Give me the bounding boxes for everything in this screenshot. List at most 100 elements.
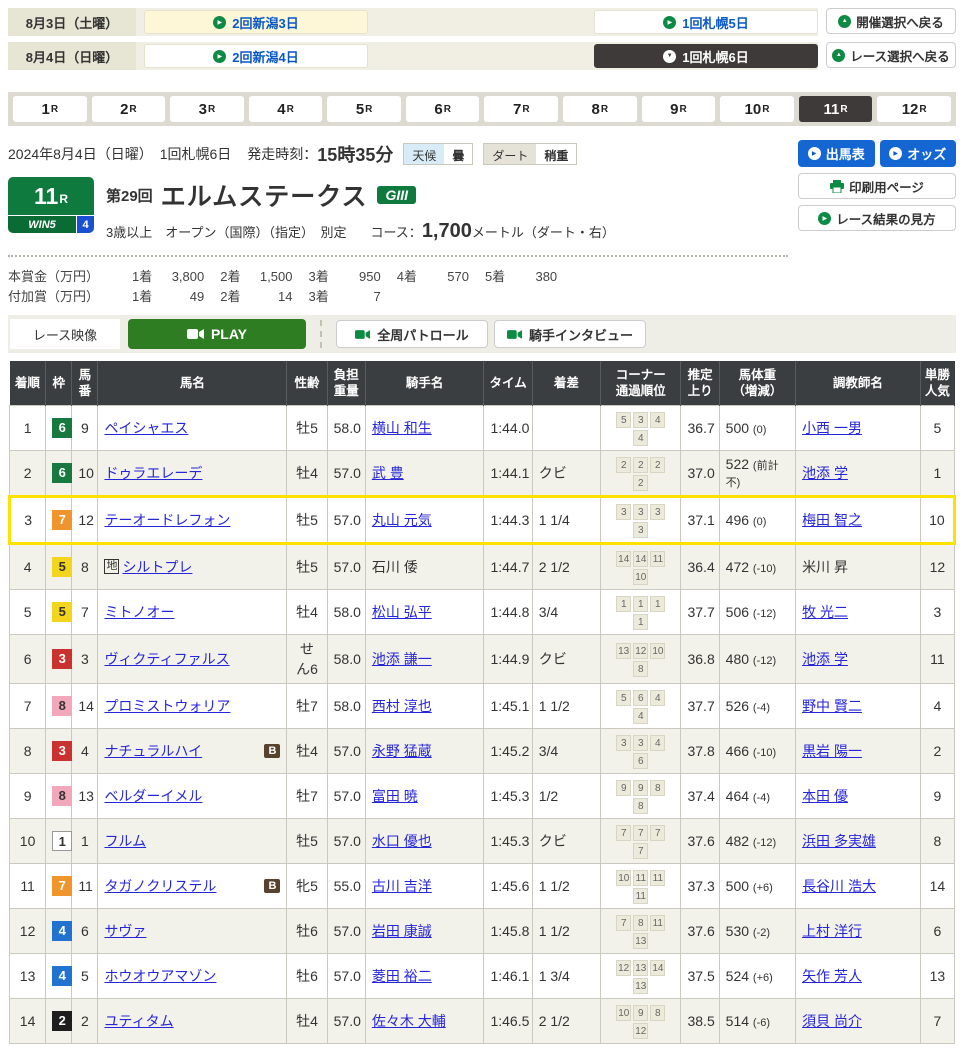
weather-value: 曇 — [444, 144, 472, 164]
finish-position: 9 — [10, 773, 46, 818]
horse-name-link[interactable]: ベルダーイメル — [104, 786, 202, 806]
jockey-link[interactable]: 菱田 裕二 — [372, 968, 432, 984]
horse-name-cell: ベルダーイメル — [98, 773, 287, 818]
jockey-link[interactable]: 岩田 康誠 — [372, 923, 432, 939]
win5-logo: WIN5 — [8, 216, 76, 233]
arrow-right-icon: ▶ — [818, 212, 831, 225]
race-tab-4r[interactable]: 4R — [249, 96, 323, 122]
print-page-button[interactable]: 印刷用ページ — [798, 173, 956, 199]
trainer-link[interactable]: 矢作 芳人 — [802, 968, 862, 984]
margin: 2 1/2 — [532, 998, 600, 1043]
corner-position: 1 — [633, 596, 648, 612]
trainer-cell: 池添 学 — [796, 450, 921, 496]
jockey-link[interactable]: 丸山 元気 — [372, 512, 432, 528]
finish-time: 1:46.1 — [484, 953, 532, 998]
horse-name-link[interactable]: ナチュラルハイ — [104, 741, 202, 761]
margin — [532, 405, 600, 450]
race-tab-3r[interactable]: 3R — [170, 96, 244, 122]
horse-name-link[interactable]: ペイシャエス — [104, 418, 188, 438]
corner-position: 11 — [650, 551, 665, 567]
trainer-link[interactable]: 須貝 尚介 — [802, 1013, 862, 1029]
horse-name-link[interactable]: ホウオウアマゾン — [104, 966, 216, 986]
jockey-link[interactable]: 佐々木 大輔 — [372, 1013, 446, 1029]
finish-position: 7 — [10, 683, 46, 728]
trainer-link[interactable]: 浜田 多実雄 — [802, 833, 876, 849]
jockey-cell: 丸山 元気 — [365, 496, 484, 543]
horse-name-link[interactable]: ドゥラエレーデ — [104, 463, 202, 483]
trainer-link[interactable]: 長谷川 浩大 — [802, 878, 876, 894]
jockey-link[interactable]: 富田 暁 — [372, 788, 418, 804]
back-to-meeting-select-button[interactable]: ▲ 開催選択へ戻る — [826, 8, 956, 34]
jockey-link[interactable]: 池添 謙一 — [372, 651, 432, 667]
trainer-link[interactable]: 本田 優 — [802, 788, 848, 804]
prize-value: 3,800 — [152, 267, 204, 287]
result-row-2: 2610ドゥラエレーデ牡457.0武 豊1:44.1クビ222237.0522 … — [10, 450, 955, 496]
horse-name-link[interactable]: サヴァ — [104, 921, 146, 941]
local-horse-badge: 地 — [104, 559, 119, 574]
patrol-video-button[interactable]: 全周パトロール — [336, 320, 488, 348]
finish-position: 13 — [10, 953, 46, 998]
meeting-button-sapporo-day5[interactable]: ▶ 1回札幌5日 — [594, 10, 818, 34]
result-guide-button[interactable]: ▶ レース結果の見方 — [798, 205, 956, 231]
trainer-link[interactable]: 黒岩 陽一 — [802, 743, 862, 759]
corner-passing-order: 10111111 — [601, 863, 681, 908]
race-tab-8r[interactable]: 8R — [563, 96, 637, 122]
jockey-interview-button[interactable]: 騎手インタビュー — [494, 320, 646, 348]
finish-position: 12 — [10, 908, 46, 953]
trainer-link[interactable]: 池添 学 — [802, 465, 848, 481]
horse-name-link[interactable]: タガノクリステル — [104, 876, 216, 896]
race-tab-1r[interactable]: 1R — [13, 96, 87, 122]
trainer-link[interactable]: 小西 一男 — [802, 420, 862, 436]
back-to-race-select-button[interactable]: ▲ レース選択へ戻る — [826, 42, 956, 68]
prize-main-values: 1着3,8002着1,5003着9504着5705着380 — [116, 269, 557, 284]
odds-button[interactable]: ▶ オッズ — [880, 140, 957, 167]
jockey-link[interactable]: 西村 淳也 — [372, 698, 432, 714]
jockey-link[interactable]: 永野 猛蔵 — [372, 743, 432, 759]
divider — [320, 320, 322, 348]
corner-position: 11 — [650, 870, 665, 886]
horse-number: 5 — [72, 953, 98, 998]
trainer-link[interactable]: 上村 洋行 — [802, 923, 862, 939]
play-race-video-button[interactable]: PLAY — [128, 319, 306, 349]
horse-name-link[interactable]: ヴィクティファルス — [104, 649, 229, 669]
entry-table-button[interactable]: ▶ 出馬表 — [798, 140, 875, 167]
results-header-row: 着順枠馬 番馬名性齢負担 重量騎手名タイム着差コーナー 通過順位推定 上り馬体重… — [10, 361, 955, 405]
meeting-button-niigata-day4[interactable]: ▶ 2回新潟4日 — [144, 44, 368, 68]
column-header: 馬名 — [98, 361, 287, 405]
jockey-link[interactable]: 横山 和生 — [372, 420, 432, 436]
horse-name-link[interactable]: フルム — [104, 831, 146, 851]
trainer-link[interactable]: 池添 学 — [802, 651, 848, 667]
corner-position: 3 — [633, 522, 648, 538]
race-tab-5r[interactable]: 5R — [327, 96, 401, 122]
jockey-link[interactable]: 松山 弘平 — [372, 604, 432, 620]
race-tab-2r[interactable]: 2R — [92, 96, 166, 122]
race-tab-6r[interactable]: 6R — [406, 96, 480, 122]
result-row-12: 1246サヴァ牡657.0岩田 康誠1:45.81 1/278111337.65… — [10, 908, 955, 953]
body-weight-diff: (-12) — [753, 837, 776, 849]
trainer-link[interactable]: 牧 光二 — [802, 604, 848, 620]
jockey-link[interactable]: 古川 吉洋 — [372, 878, 432, 894]
finish-position: 1 — [10, 405, 46, 450]
race-tab-11r[interactable]: 11R — [799, 96, 873, 122]
jockey-link[interactable]: 水口 優也 — [372, 833, 432, 849]
horse-name-link[interactable]: プロミストウォリア — [104, 696, 230, 716]
trainer-link[interactable]: 野中 賢二 — [802, 698, 862, 714]
meeting-button-sapporo-day6-selected[interactable]: ▼ 1回札幌6日 — [594, 44, 818, 68]
race-tab-12r[interactable]: 12R — [877, 96, 951, 122]
result-row-9: 9813ベルダーイメル牡757.0富田 暁1:45.31/2998837.446… — [10, 773, 955, 818]
camera-icon — [355, 329, 370, 340]
horse-name-link[interactable]: テーオードレフォン — [104, 510, 230, 530]
race-tab-10r[interactable]: 10R — [720, 96, 794, 122]
horse-name-link[interactable]: シルトプレ — [122, 557, 192, 577]
race-tab-7r[interactable]: 7R — [484, 96, 558, 122]
trainer-link[interactable]: 梅田 智之 — [802, 512, 862, 528]
result-row-8: 834ナチュラルハイB牡457.0永野 猛蔵1:45.23/4334637.84… — [10, 728, 955, 773]
column-header: 性齢 — [287, 361, 327, 405]
corner-position: 1 — [633, 614, 648, 630]
jockey-link[interactable]: 武 豊 — [372, 465, 404, 481]
horse-name-link[interactable]: ユティタム — [104, 1011, 173, 1031]
horse-name-link[interactable]: ミトノオー — [104, 602, 174, 622]
meeting-button-niigata-day3[interactable]: ▶ 2回新潟3日 — [144, 10, 368, 34]
margin: クビ — [532, 450, 600, 496]
race-tab-9r[interactable]: 9R — [642, 96, 716, 122]
